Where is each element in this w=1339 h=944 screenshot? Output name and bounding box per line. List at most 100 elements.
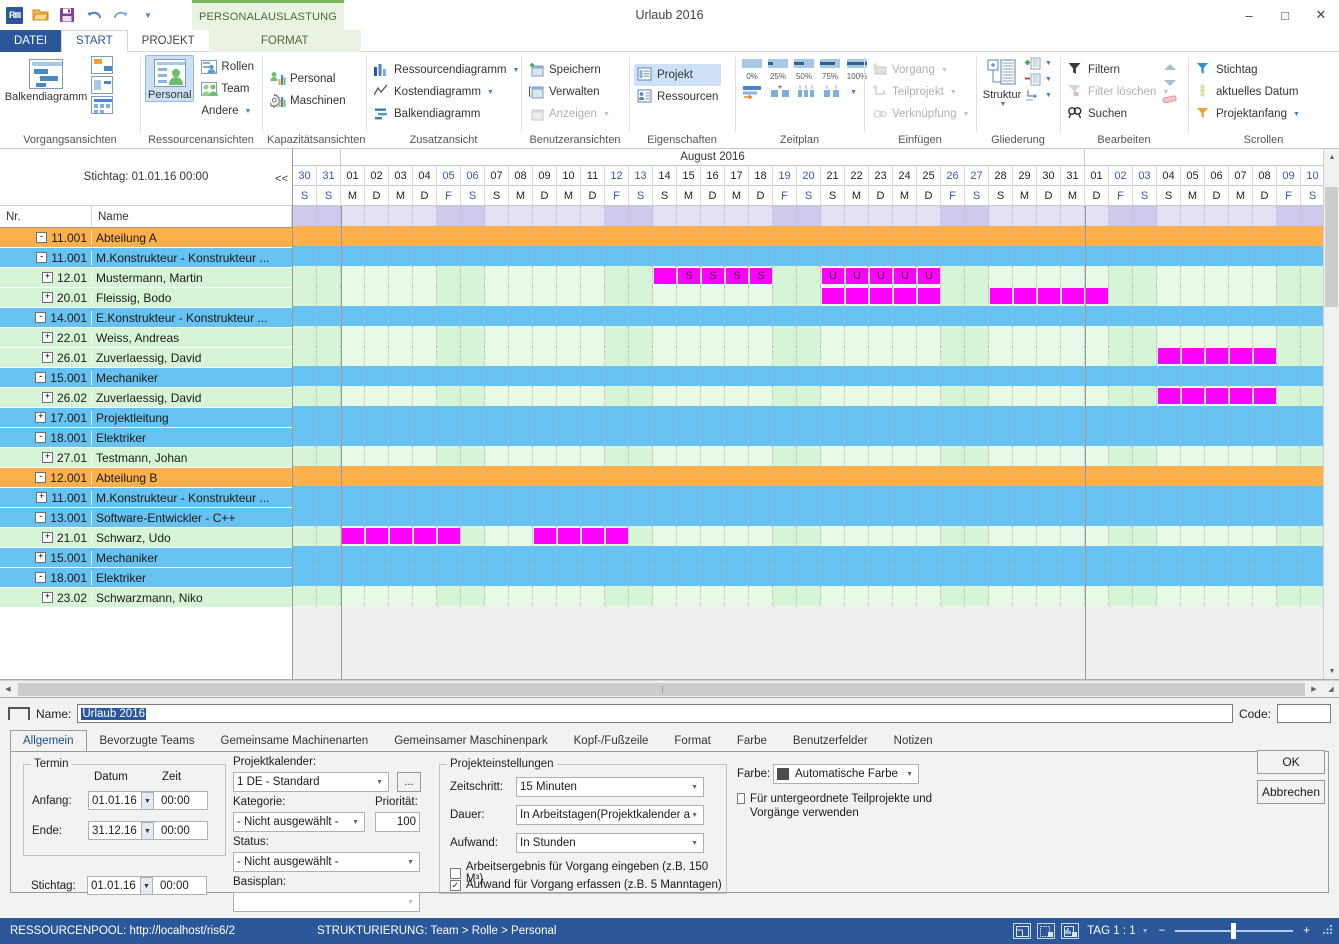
link-tasks-icon[interactable] bbox=[796, 84, 816, 100]
team-button[interactable]: Team bbox=[198, 78, 257, 100]
gantt-cell[interactable] bbox=[1181, 286, 1205, 306]
gantt-cell[interactable] bbox=[437, 346, 461, 366]
gantt-cell[interactable] bbox=[1205, 546, 1229, 566]
gantt-cell[interactable] bbox=[1013, 586, 1037, 606]
gantt-cell[interactable] bbox=[557, 266, 581, 286]
gantt-bar-segment[interactable] bbox=[1086, 288, 1108, 304]
outline-level-button[interactable]: ▼ bbox=[1025, 89, 1052, 102]
gantt-cell[interactable] bbox=[749, 366, 773, 386]
progress-75-button[interactable]: 75% bbox=[818, 59, 842, 82]
collapse-toggle-icon[interactable]: - bbox=[35, 372, 47, 383]
gantt-cell[interactable] bbox=[701, 366, 725, 386]
gantt-bar-segment[interactable] bbox=[1254, 388, 1276, 404]
gantt-cell[interactable] bbox=[1037, 566, 1061, 586]
gantt-cell[interactable] bbox=[293, 286, 317, 306]
gantt-cell[interactable] bbox=[1013, 246, 1037, 266]
timeline-day-cell[interactable]: 13 bbox=[629, 166, 653, 186]
gantt-cell[interactable] bbox=[1037, 266, 1061, 286]
gantt-cell[interactable] bbox=[1109, 306, 1133, 326]
gantt-cell[interactable] bbox=[917, 226, 941, 246]
gantt-cell[interactable] bbox=[701, 346, 725, 366]
gantt-cell[interactable] bbox=[1157, 366, 1181, 386]
gantt-cell[interactable] bbox=[725, 526, 749, 546]
gantt-cell[interactable] bbox=[1157, 326, 1181, 346]
gantt-cell[interactable] bbox=[1061, 446, 1085, 466]
timeline-day-cell[interactable]: 08 bbox=[1253, 166, 1277, 186]
gantt-row[interactable] bbox=[293, 446, 1339, 466]
gantt-cell[interactable] bbox=[773, 266, 797, 286]
gantt-cell[interactable] bbox=[557, 346, 581, 366]
gantt-cell[interactable] bbox=[1037, 546, 1061, 566]
projektkalender-select[interactable]: 1 DE - Standard ▼ bbox=[233, 772, 389, 792]
gantt-cell[interactable] bbox=[869, 306, 893, 326]
gantt-cell[interactable] bbox=[989, 486, 1013, 506]
gantt-cell[interactable] bbox=[989, 266, 1013, 286]
gantt-cell[interactable] bbox=[1253, 266, 1277, 286]
gantt-cell[interactable] bbox=[533, 286, 557, 306]
chevron-down-icon[interactable]: ▼ bbox=[1142, 928, 1149, 935]
gantt-cell[interactable] bbox=[1061, 386, 1085, 406]
gantt-cell[interactable] bbox=[1109, 366, 1133, 386]
gantt-cell[interactable] bbox=[701, 446, 725, 466]
zoom-in-button[interactable]: + bbox=[1299, 925, 1314, 937]
gantt-cell[interactable] bbox=[461, 586, 485, 606]
gantt-cell[interactable] bbox=[941, 386, 965, 406]
gantt-cell[interactable] bbox=[893, 466, 917, 486]
gantt-cell[interactable] bbox=[1205, 326, 1229, 346]
gantt-cell[interactable] bbox=[581, 306, 605, 326]
gantt-cell[interactable] bbox=[1157, 266, 1181, 286]
gantt-cell[interactable] bbox=[1109, 506, 1133, 526]
gantt-cell[interactable] bbox=[821, 446, 845, 466]
gantt-cell[interactable] bbox=[1205, 566, 1229, 586]
gantt-cell[interactable] bbox=[725, 486, 749, 506]
gantt-cell[interactable] bbox=[869, 326, 893, 346]
gantt-cell[interactable] bbox=[293, 226, 317, 246]
gantt-cell[interactable] bbox=[1277, 266, 1301, 286]
gantt-cell[interactable] bbox=[965, 306, 989, 326]
gantt-cell[interactable] bbox=[821, 406, 845, 426]
gantt-cell[interactable] bbox=[965, 566, 989, 586]
gantt-cell[interactable] bbox=[893, 366, 917, 386]
eigenschaften-projekt-button[interactable]: Projekt bbox=[634, 64, 722, 86]
gantt-cell[interactable] bbox=[365, 246, 389, 266]
gantt-cell[interactable] bbox=[1085, 466, 1109, 486]
gantt-cell[interactable] bbox=[533, 306, 557, 326]
gantt-cell[interactable] bbox=[461, 426, 485, 446]
gantt-cell[interactable] bbox=[1133, 326, 1157, 346]
gantt-cell[interactable] bbox=[677, 366, 701, 386]
gantt-cell[interactable] bbox=[989, 246, 1013, 266]
struktur-button[interactable]: Struktur ▼ bbox=[981, 55, 1023, 109]
subproject-checkbox-row[interactable]: Für untergeordnete Teilprojekte und Vorg… bbox=[737, 792, 947, 820]
gantt-cell[interactable] bbox=[725, 586, 749, 606]
gantt-cell[interactable] bbox=[677, 246, 701, 266]
gantt-cell[interactable] bbox=[1085, 526, 1109, 546]
gantt-cell[interactable] bbox=[413, 506, 437, 526]
ende-time-value[interactable]: 00:00 bbox=[161, 825, 190, 837]
gantt-cell[interactable] bbox=[1061, 366, 1085, 386]
gantt-cell[interactable] bbox=[533, 506, 557, 526]
table-row[interactable]: +15.001 Mechaniker bbox=[0, 548, 292, 568]
gantt-cell[interactable] bbox=[581, 266, 605, 286]
ende-date-input[interactable]: 31.12.16 ▼ 00:00 bbox=[88, 821, 208, 840]
gantt-cell[interactable] bbox=[1109, 546, 1133, 566]
gantt-cell[interactable] bbox=[1301, 426, 1325, 446]
gantt-cell[interactable] bbox=[1013, 526, 1037, 546]
gantt-cell[interactable] bbox=[461, 546, 485, 566]
gantt-cell[interactable] bbox=[509, 366, 533, 386]
gantt-cell[interactable] bbox=[629, 346, 653, 366]
gantt-cell[interactable] bbox=[821, 466, 845, 486]
gantt-cell[interactable] bbox=[317, 386, 341, 406]
gantt-cell[interactable] bbox=[1181, 446, 1205, 466]
gantt-cell[interactable] bbox=[725, 506, 749, 526]
gantt-cell[interactable] bbox=[965, 406, 989, 426]
timeline-day-cell[interactable]: 02 bbox=[1109, 166, 1133, 186]
form-tab-format[interactable]: Format bbox=[661, 730, 723, 751]
gantt-cell[interactable] bbox=[989, 526, 1013, 546]
gantt-cell[interactable] bbox=[341, 286, 365, 306]
gantt-cell[interactable] bbox=[845, 326, 869, 346]
column-header-name[interactable]: Name bbox=[92, 206, 292, 227]
resize-grip-icon[interactable] bbox=[1320, 924, 1333, 938]
gantt-cell[interactable] bbox=[1013, 546, 1037, 566]
gantt-cell[interactable] bbox=[677, 306, 701, 326]
gantt-cell[interactable] bbox=[653, 346, 677, 366]
